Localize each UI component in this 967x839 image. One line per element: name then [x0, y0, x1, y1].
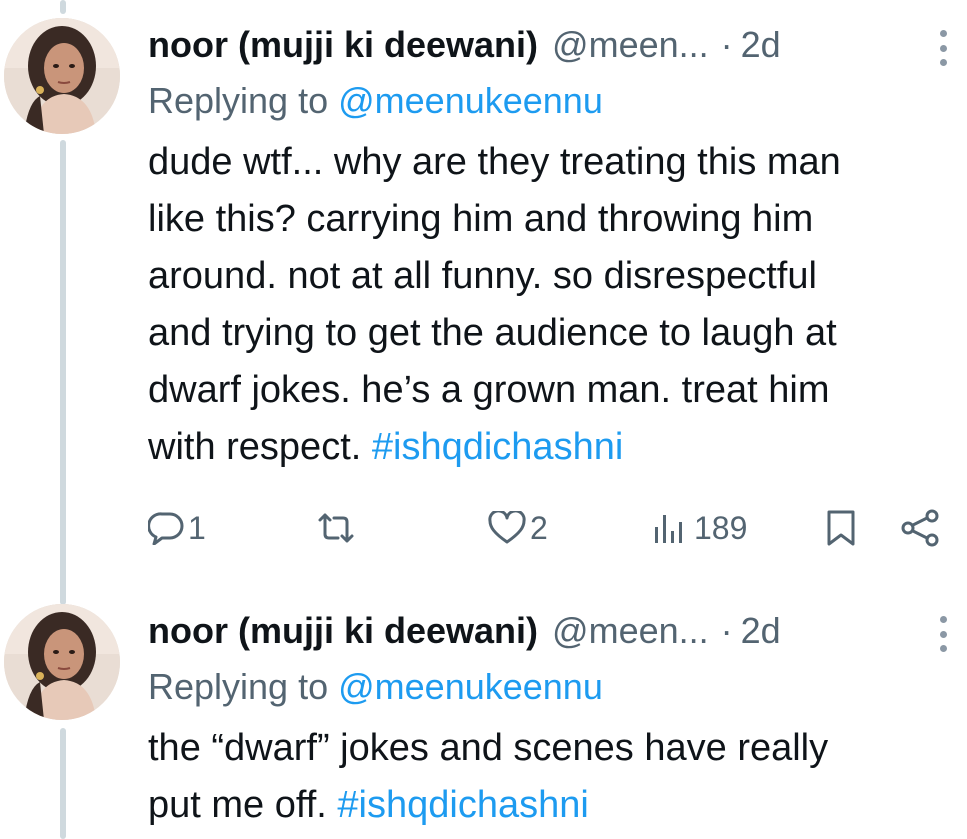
tweet-text-line: around. not at all funny. so disrespectf…	[148, 255, 817, 297]
replying-to: Replying to @meenukeennu	[148, 76, 959, 126]
hashtag-link[interactable]: #ishqdichashni	[372, 426, 623, 468]
tweet-text-line: with respect. #ishqdichashni	[148, 419, 959, 476]
views-count: 189	[694, 509, 748, 546]
tweet[interactable]: noor (mujji ki deewani) @meen... · 2d Re…	[0, 600, 967, 839]
timestamp[interactable]: 2d	[741, 22, 781, 68]
avatar[interactable]	[4, 604, 120, 720]
tweet-text-line: the “dwarf” jokes and scenes have really	[148, 727, 829, 769]
user-handle[interactable]: @meen...	[552, 608, 709, 654]
bookmark-button[interactable]	[826, 509, 856, 547]
bookmark-icon	[827, 510, 855, 546]
separator-dot: ·	[720, 24, 733, 65]
tweet-text: the “dwarf” jokes and scenes have really…	[148, 720, 959, 834]
tweet-header: noor (mujji ki deewani) @meen... · 2d	[148, 22, 959, 68]
user-handle[interactable]: @meen...	[552, 22, 709, 68]
tweet-text-line: put me off. #ishqdichashni	[148, 777, 959, 834]
separator-dot: ·	[720, 610, 733, 651]
tweet-text-line: like this? carrying him and throwing him	[148, 198, 814, 240]
avatar[interactable]	[4, 18, 120, 134]
avatar-image	[4, 18, 120, 134]
more-options-icon[interactable]	[937, 30, 949, 66]
tweet-text: dude wtf... why are they treating this m…	[148, 134, 959, 476]
like-count: 2	[530, 509, 548, 546]
display-name[interactable]: noor (mujji ki deewani)	[148, 22, 538, 68]
timestamp[interactable]: 2d	[741, 608, 781, 654]
tweet-text-line: dude wtf... why are they treating this m…	[148, 141, 841, 183]
reply-button[interactable]: 1	[148, 510, 206, 547]
replying-to: Replying to @meenukeennu	[148, 662, 959, 712]
replying-to-mention[interactable]: @meenukeennu	[338, 666, 603, 707]
heart-icon	[488, 511, 526, 544]
tweet-text-last: with respect.	[148, 426, 362, 468]
views-button[interactable]: 189	[652, 510, 747, 547]
retweet-icon	[318, 513, 354, 543]
avatar-image	[4, 604, 120, 720]
replying-to-label: Replying to	[148, 666, 329, 707]
more-options-icon[interactable]	[937, 616, 949, 652]
retweet-button[interactable]	[316, 512, 356, 544]
replying-to-mention[interactable]: @meenukeennu	[338, 80, 603, 121]
tweet-actions: 1 2 189	[148, 498, 947, 558]
tweet-header: noor (mujji ki deewani) @meen... · 2d	[148, 608, 959, 654]
like-button[interactable]: 2	[488, 510, 548, 547]
reply-count: 1	[188, 509, 206, 546]
share-button[interactable]	[900, 509, 940, 547]
display-name[interactable]: noor (mujji ki deewani)	[148, 608, 538, 654]
tweet-text-line: dwarf jokes. he’s a grown man. treat him	[148, 369, 830, 411]
replying-to-label: Replying to	[148, 80, 329, 121]
share-icon	[901, 509, 939, 547]
tweet-text-line: and trying to get the audience to laugh …	[148, 312, 837, 354]
views-icon	[655, 515, 682, 543]
tweet[interactable]: noor (mujji ki deewani) @meen... · 2d Re…	[0, 0, 967, 580]
hashtag-link[interactable]: #ishqdichashni	[337, 784, 588, 826]
reply-icon	[148, 512, 184, 545]
tweet-text-last: put me off.	[148, 784, 327, 826]
